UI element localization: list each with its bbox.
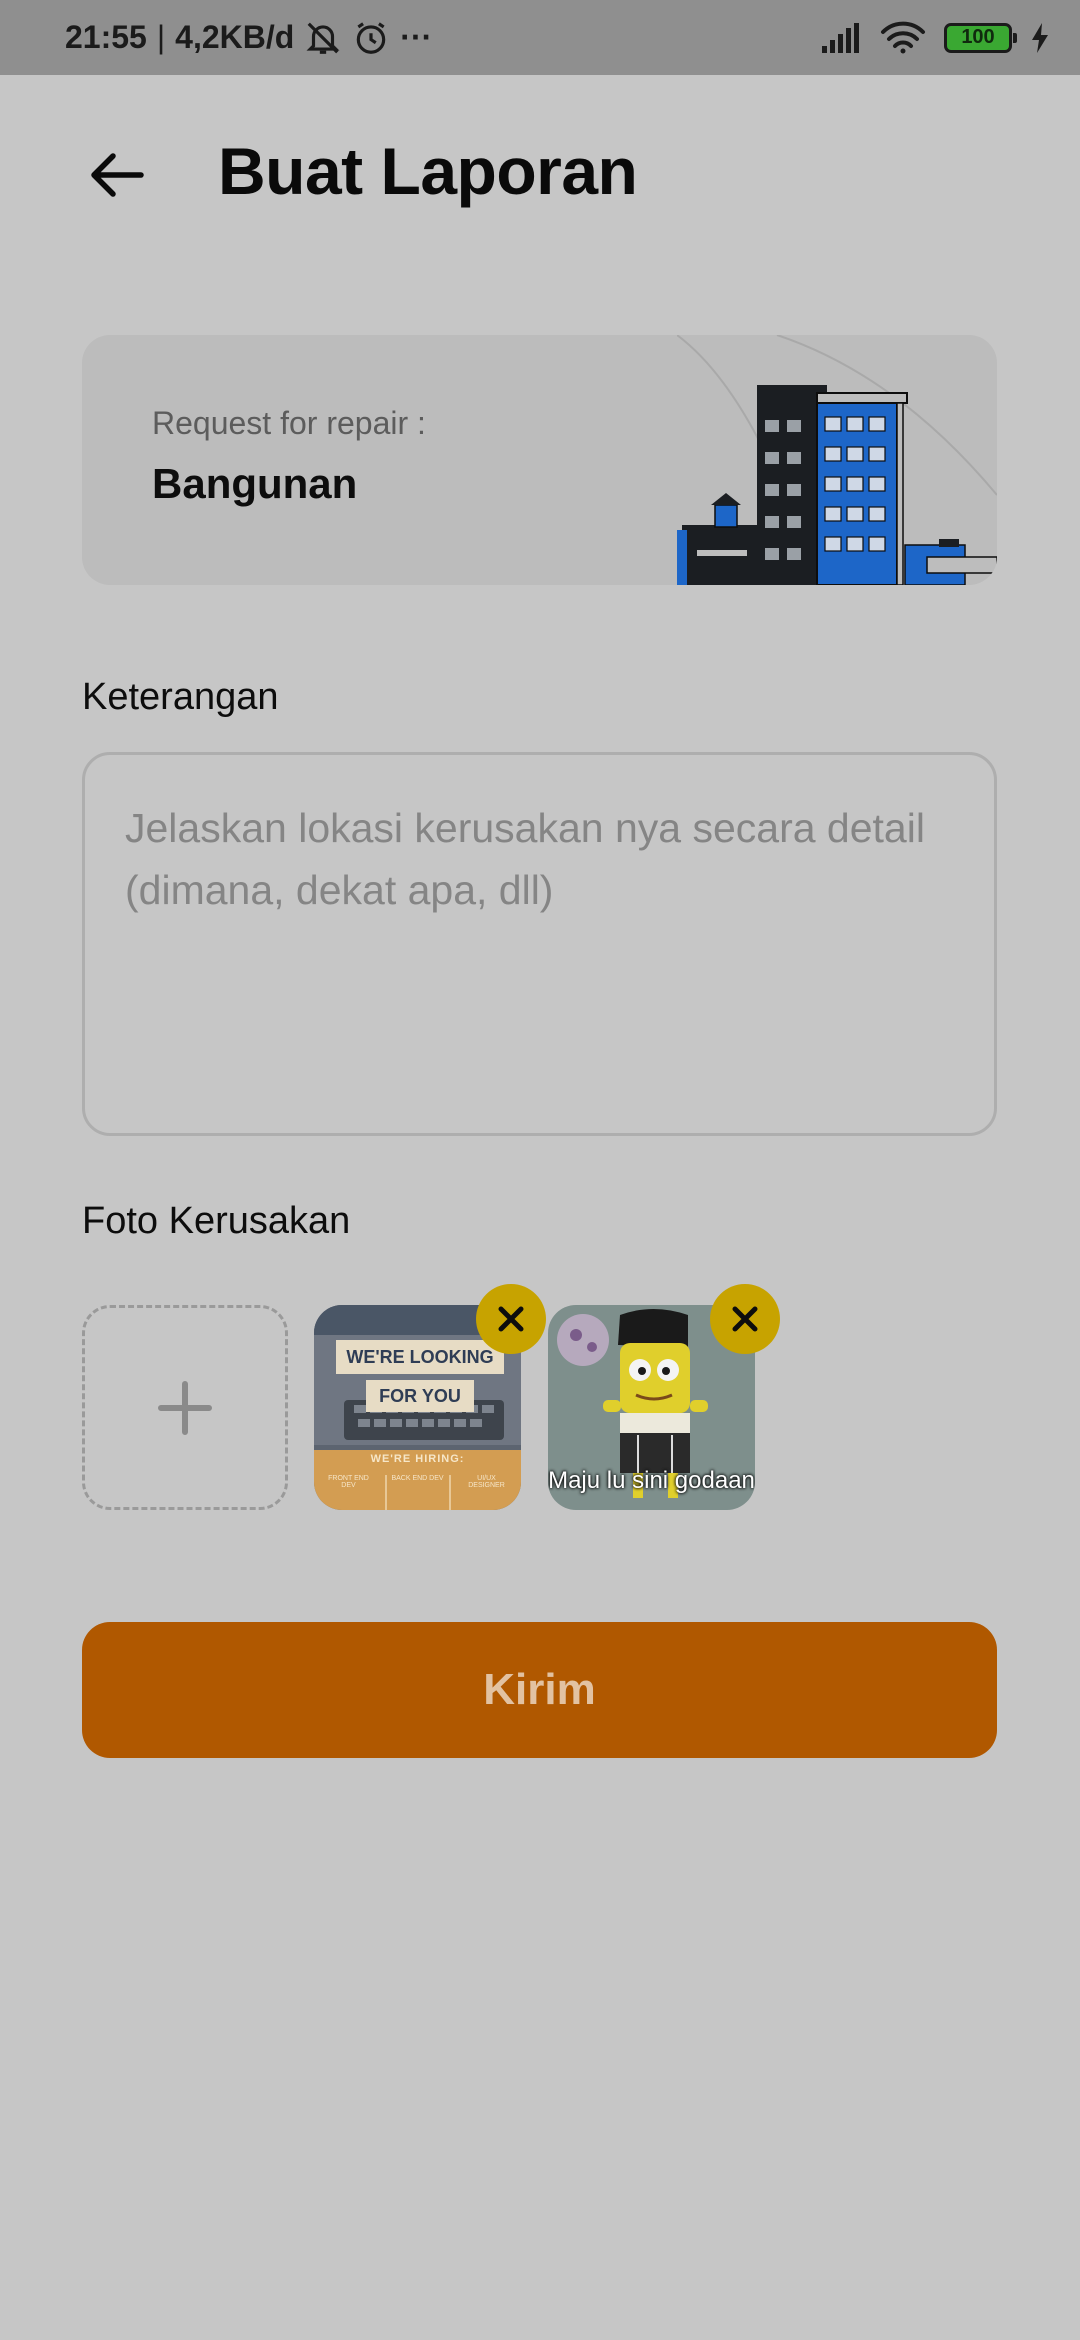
status-right: 100 (820, 0, 1050, 75)
status-time: 21:55 (65, 19, 147, 55)
arrow-left-icon (91, 153, 144, 197)
description-field-container (82, 752, 997, 1136)
poster-role: BACK END DEV (391, 1475, 444, 1482)
meme-caption: Maju lu sini godaan (548, 1467, 755, 1494)
poster-role: FRONT END DEV (328, 1475, 369, 1489)
battery-indicator: 100 (944, 22, 1017, 53)
status-bar: 21:55 | 4,2KB/d ··· 100 (0, 0, 1080, 75)
signal-icon (820, 22, 862, 54)
building-illustration (677, 335, 997, 585)
status-left: 21:55 | 4,2KB/d ··· (65, 0, 432, 75)
remove-photo-1-button[interactable] (476, 1284, 546, 1354)
silent-bell-icon (304, 19, 342, 57)
report-screen: 21:55 | 4,2KB/d ··· 100 Buat Laporan Req… (0, 0, 1080, 2340)
status-network-speed: 4,2KB/d (175, 19, 295, 55)
photos-label: Foto Kerusakan (82, 1200, 351, 1242)
remove-photo-2-button[interactable] (710, 1284, 780, 1354)
poster-footer: WE'RE HIRING: (370, 1453, 465, 1465)
category-card: Request for repair : Bangunan (82, 335, 997, 585)
page-title: Buat Laporan (218, 134, 638, 208)
status-separator: | (156, 19, 166, 55)
wifi-icon (880, 21, 926, 55)
charging-icon (1030, 22, 1050, 54)
alarm-icon (352, 19, 390, 57)
more-notifications-icon: ··· (400, 19, 433, 55)
close-icon (732, 1306, 758, 1332)
poster-banner-line1: WE'RE LOOKING (346, 1346, 494, 1367)
poster-banner-line2: FOR YOU (379, 1385, 461, 1406)
category-subtitle: Request for repair : (152, 405, 426, 441)
description-label: Keterangan (82, 676, 279, 718)
description-input[interactable] (123, 795, 960, 1097)
close-icon (498, 1306, 524, 1332)
poster-roles: FRONT END DEV BACK END DEV UI/UX DESIGNE… (314, 1475, 521, 1489)
back-button[interactable] (82, 140, 152, 210)
plus-icon (158, 1380, 212, 1435)
add-photo-button[interactable] (82, 1305, 288, 1510)
category-title: Bangunan (152, 460, 358, 507)
poster-role: UI/UX DESIGNER (468, 1475, 505, 1489)
submit-button[interactable]: Kirim (82, 1622, 997, 1758)
